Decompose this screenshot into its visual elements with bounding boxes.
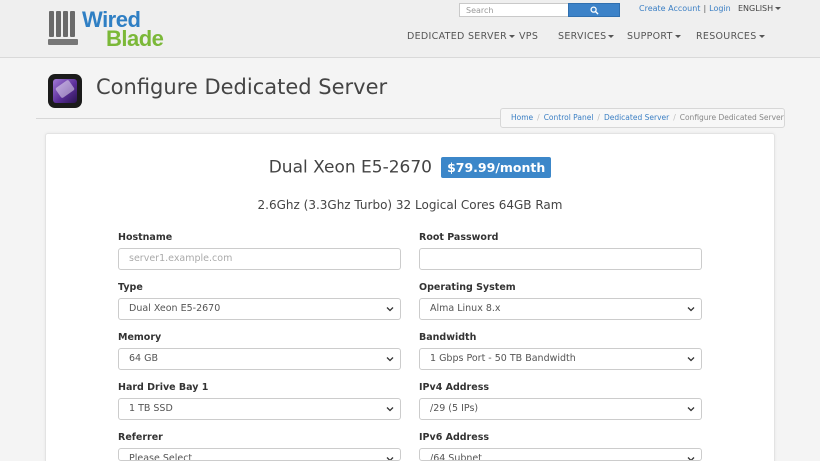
breadcrumb-home[interactable]: Home	[511, 113, 533, 122]
caret-down-icon	[509, 35, 515, 38]
breadcrumb-current: Configure Dedicated Server	[679, 113, 784, 122]
price-badge: $79.99/month	[441, 157, 552, 178]
site-header: Wired Blade Search Create Account | Login …	[0, 0, 820, 58]
chevron-down-icon	[386, 357, 394, 362]
ipv4-select[interactable]: /29 (5 IPs)	[419, 398, 702, 420]
os-value: Alma Linux 8.x	[430, 303, 501, 314]
os-select[interactable]: Alma Linux 8.x	[419, 298, 702, 320]
breadcrumb-control-panel[interactable]: Control Panel	[544, 113, 594, 122]
language-selector[interactable]: ENGLISH	[738, 4, 782, 13]
memory-value: 64 GB	[129, 353, 158, 364]
nav-vps[interactable]: VPS	[519, 31, 538, 42]
bandwidth-label: Bandwidth	[419, 332, 477, 343]
type-label: Type	[118, 282, 143, 293]
hard-drive-bay-1-value: 1 TB SSD	[129, 403, 173, 414]
bandwidth-value: 1 Gbps Port - 50 TB Bandwidth	[430, 353, 576, 364]
nav-resources-label: RESOURCES	[696, 31, 757, 42]
chevron-down-icon	[386, 457, 394, 460]
root-password-label: Root Password	[419, 232, 499, 243]
nav-services-label: SERVICES	[558, 31, 607, 42]
referrer-value: Please Select	[129, 453, 193, 461]
caret-down-icon	[758, 35, 765, 38]
nav-dedicated-server[interactable]: DEDICATED SERVER	[407, 31, 515, 42]
title-divider	[36, 118, 500, 119]
bandwidth-select[interactable]: 1 Gbps Port - 50 TB Bandwidth	[419, 348, 702, 370]
chevron-down-icon	[386, 307, 394, 312]
nav-support-label: SUPPORT	[627, 31, 673, 42]
server-rack-logo-icon	[48, 11, 78, 45]
product-specs: 2.6Ghz (3.3Ghz Turbo) 32 Logical Cores 6…	[257, 198, 563, 212]
breadcrumb: Home / Control Panel / Dedicated Server / Conf…	[500, 108, 785, 128]
referrer-select[interactable]: Please Select	[118, 448, 401, 461]
login-link[interactable]: Login	[709, 4, 731, 13]
nav-dedicated-label: DEDICATED SERVER	[407, 31, 507, 42]
chevron-down-icon	[386, 407, 394, 412]
nav-support[interactable]: SUPPORT	[627, 31, 681, 42]
language-label: ENGLISH	[738, 4, 774, 13]
nav-vps-label: VPS	[519, 31, 539, 42]
nav-resources[interactable]: RESOURCES	[696, 31, 765, 42]
nav-services[interactable]: SERVICES	[558, 31, 615, 42]
caret-down-icon	[775, 7, 782, 10]
memory-select[interactable]: 64 GB	[118, 348, 401, 370]
ipv4-value: /29 (5 IPs)	[430, 403, 479, 414]
type-select[interactable]: Dual Xeon E5-2670	[118, 298, 401, 320]
hard-drive-bay-1-select[interactable]: 1 TB SSD	[118, 398, 401, 420]
chevron-down-icon	[687, 357, 695, 362]
chevron-down-icon	[687, 407, 695, 412]
type-value: Dual Xeon E5-2670	[129, 303, 221, 314]
root-password-input[interactable]	[419, 248, 702, 270]
ipv6-label: IPv6 Address	[419, 432, 489, 443]
os-label: Operating System	[419, 282, 516, 293]
product-header: Dual Xeon E5-2670 $79.99/month	[0, 157, 820, 178]
caret-down-icon	[608, 35, 615, 38]
chevron-down-icon	[687, 457, 695, 460]
account-links: Create Account | Login	[639, 4, 731, 13]
memory-label: Memory	[118, 332, 162, 343]
ipv6-select[interactable]: /64 Subnet	[419, 448, 702, 461]
search-button[interactable]	[568, 3, 620, 17]
caret-down-icon	[674, 35, 681, 38]
hostname-label: Hostname	[118, 232, 173, 243]
hostname-input[interactable]: server1.example.com	[118, 248, 401, 270]
product-name: Dual Xeon E5-2670	[268, 157, 432, 178]
ipv6-value: /64 Subnet	[430, 453, 482, 461]
search-icon	[589, 5, 599, 15]
search-input[interactable]: Search	[459, 3, 569, 17]
chevron-down-icon	[687, 307, 695, 312]
account-separator: |	[703, 4, 707, 13]
hard-drive-bay-1-label: Hard Drive Bay 1	[118, 382, 209, 393]
logo-word-blade: Blade	[106, 26, 164, 51]
page-title: Configure Dedicated Server	[96, 75, 388, 99]
create-account-link[interactable]: Create Account	[639, 4, 700, 13]
server-icon	[48, 74, 82, 108]
referrer-label: Referrer	[118, 432, 163, 443]
site-logo[interactable]: Wired Blade	[48, 9, 168, 51]
ipv4-label: IPv4 Address	[419, 382, 489, 393]
breadcrumb-dedicated-server[interactable]: Dedicated Server	[604, 113, 669, 122]
